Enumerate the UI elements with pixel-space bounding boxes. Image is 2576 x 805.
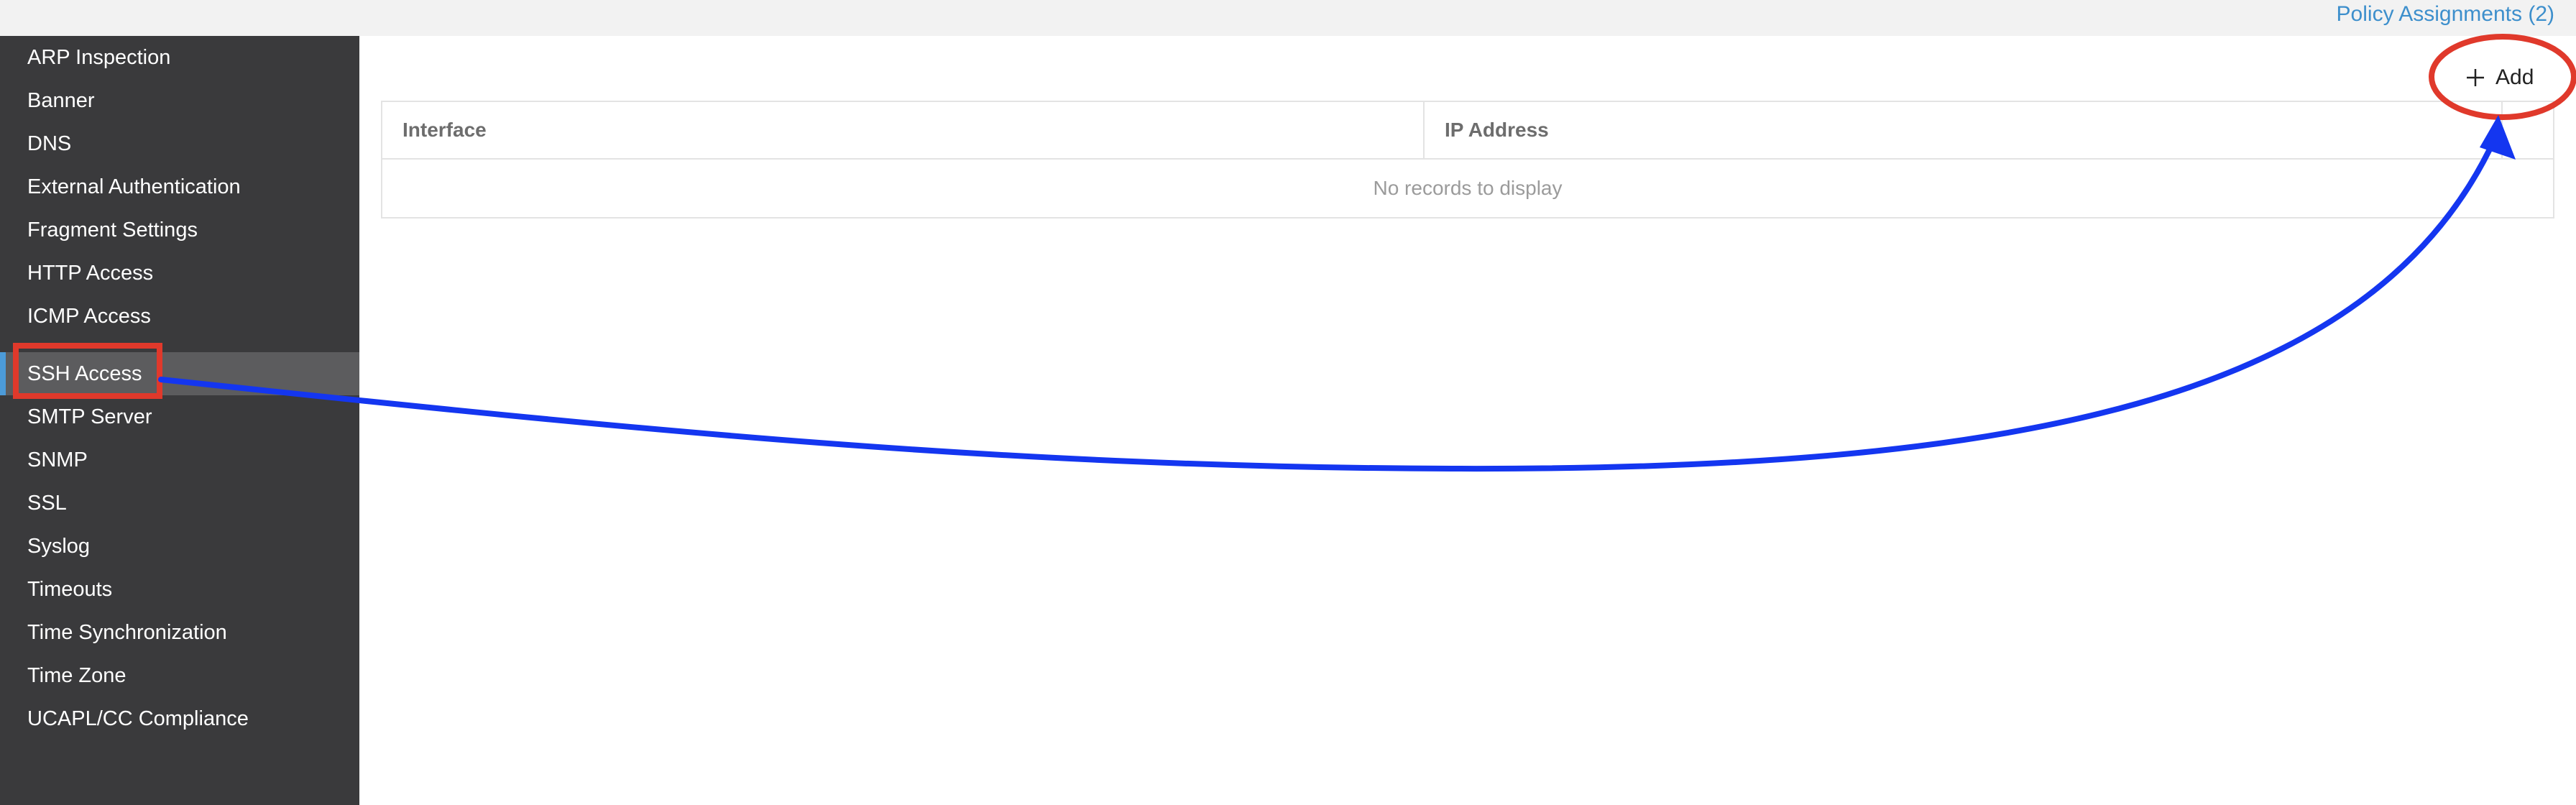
- sidebar-item-label: Fragment Settings: [27, 218, 198, 242]
- empty-table-message: No records to display: [1373, 177, 1563, 199]
- sidebar-item-smtp-server[interactable]: SMTP Server: [0, 395, 359, 438]
- sidebar-item-label: ARP Inspection: [27, 46, 171, 69]
- sidebar-item-time-synchronization[interactable]: Time Synchronization: [0, 611, 359, 654]
- sidebar-item-arp-inspection[interactable]: ARP Inspection: [0, 36, 359, 79]
- sidebar-item-time-zone[interactable]: Time Zone: [0, 654, 359, 697]
- sidebar-item-ucapl-cc-compliance[interactable]: UCAPL/CC Compliance: [0, 697, 359, 740]
- sidebar-item-icmp-access[interactable]: ICMP Access: [0, 295, 359, 338]
- sidebar-item-label: Time Synchronization: [27, 621, 227, 644]
- sidebar-item-banner[interactable]: Banner: [0, 79, 359, 122]
- sidebar-item-http-access[interactable]: HTTP Access: [0, 252, 359, 295]
- policy-assignments-link[interactable]: Policy Assignments (2): [2337, 1, 2554, 27]
- sidebar-item-ssh-access[interactable]: SSH Access: [0, 352, 359, 395]
- add-button-label: Add: [2496, 65, 2534, 89]
- sidebar-item-label: SSH Access: [27, 362, 142, 385]
- sidebar-item-label: HTTP Access: [27, 262, 154, 285]
- sidebar-item-label: ICMP Access: [27, 305, 151, 328]
- sidebar-item-ssl[interactable]: SSL: [0, 482, 359, 525]
- sidebar-item-dns[interactable]: DNS: [0, 122, 359, 165]
- sidebar-item-label: UCAPL/CC Compliance: [27, 707, 249, 730]
- column-header-actions: [2503, 102, 2553, 158]
- sidebar-item-label: Time Zone: [27, 664, 126, 687]
- column-header-interface[interactable]: Interface: [382, 102, 1425, 158]
- sidebar-item-label: External Authentication: [27, 175, 241, 198]
- sidebar-item-fragment-settings[interactable]: Fragment Settings: [0, 208, 359, 252]
- sidebar-item-syslog[interactable]: Syslog: [0, 525, 359, 568]
- app-window: Policy Assignments (2) ARP Inspection Ba…: [0, 0, 2576, 805]
- sidebar-item-label: Banner: [27, 89, 95, 112]
- sidebar-item-label: SMTP Server: [27, 405, 152, 428]
- sidebar-item-label: Syslog: [27, 535, 91, 558]
- sidebar-item-label: DNS: [27, 132, 72, 155]
- column-header-ip-address[interactable]: IP Address: [1425, 102, 2503, 158]
- sidebar-item-timeouts[interactable]: Timeouts: [0, 568, 359, 611]
- sidebar-item-label: SSL: [27, 492, 67, 515]
- ssh-access-table: Interface IP Address No records to displ…: [381, 101, 2554, 218]
- sidebar: ARP Inspection Banner DNS External Authe…: [0, 36, 359, 805]
- sidebar-item-label: Timeouts: [27, 578, 113, 601]
- table-header: Interface IP Address: [382, 102, 2553, 160]
- top-bar: Policy Assignments (2): [0, 0, 2576, 36]
- add-button[interactable]: Add: [2465, 62, 2534, 93]
- sidebar-item-external-authentication[interactable]: External Authentication: [0, 165, 359, 208]
- sidebar-item-snmp[interactable]: SNMP: [0, 438, 359, 482]
- plus-icon: [2467, 69, 2484, 86]
- sidebar-item-label: SNMP: [27, 448, 88, 472]
